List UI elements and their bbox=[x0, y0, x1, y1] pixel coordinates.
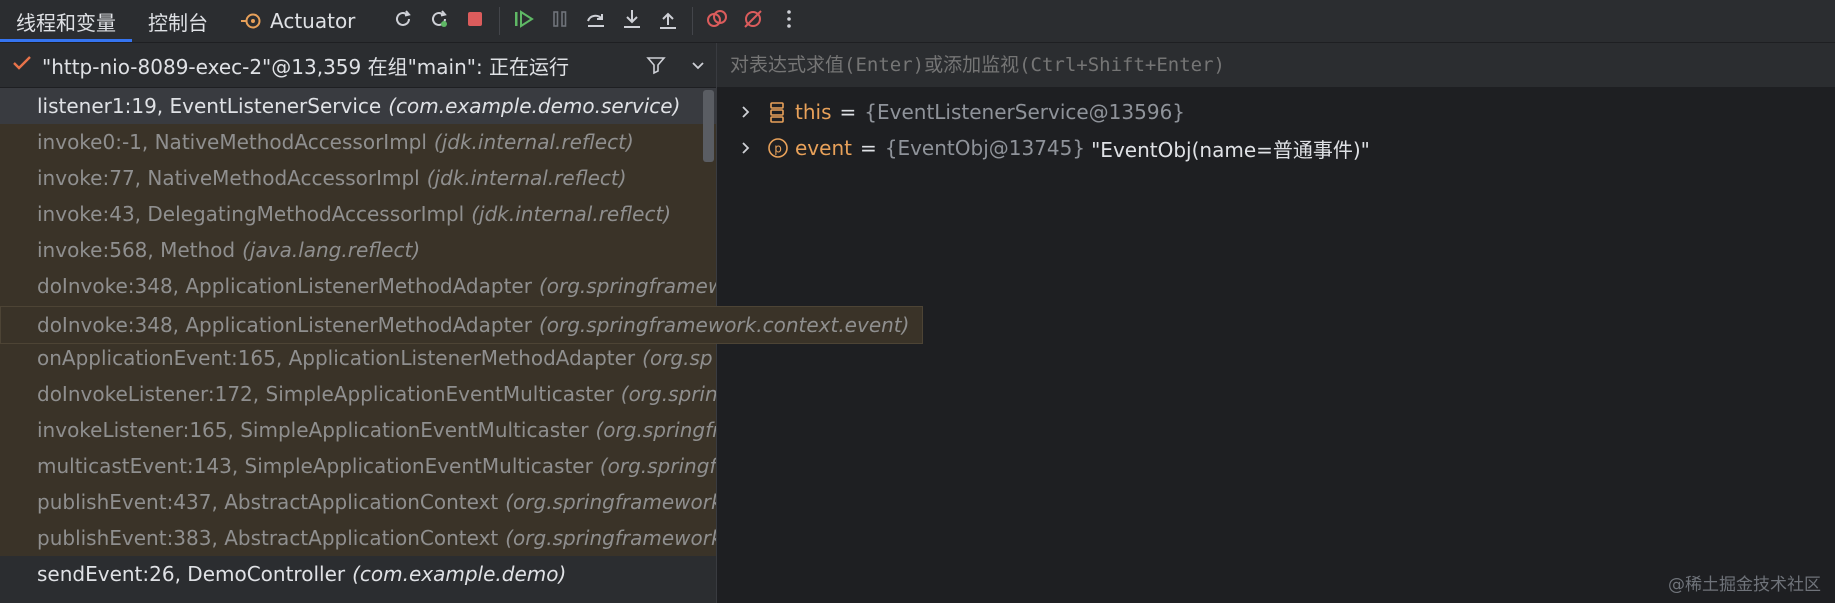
frame-package: (jdk.internal.reflect) bbox=[433, 130, 634, 154]
frame-method: invoke:43, DelegatingMethodAccessorImpl bbox=[37, 202, 465, 226]
variable-row[interactable]: this = {EventListenerService@13596} bbox=[717, 94, 1835, 130]
chevron-right-icon[interactable] bbox=[739, 105, 761, 119]
frame-package: (org.springframework bbox=[505, 526, 716, 550]
tab-threads-variables[interactable]: 线程和变量 bbox=[0, 0, 132, 42]
variable-value: "EventObj(name=普通事件)" bbox=[1091, 137, 1370, 162]
frame-row[interactable]: invoke:43, DelegatingMethodAccessorImpl(… bbox=[0, 196, 716, 232]
resume-icon bbox=[512, 8, 536, 34]
step-over-icon bbox=[585, 8, 607, 34]
filter-icon[interactable] bbox=[646, 55, 666, 75]
step-out-button[interactable] bbox=[650, 3, 686, 39]
tab-console[interactable]: 控制台 bbox=[132, 0, 224, 42]
mute-breakpoints-icon bbox=[742, 8, 764, 34]
chevron-down-icon[interactable] bbox=[690, 57, 706, 73]
thread-selector[interactable]: "http-nio-8089-exec-2"@13,359 在组"main": … bbox=[0, 43, 716, 88]
frame-row[interactable]: listener1:19, EventListenerService (com.e… bbox=[0, 88, 716, 124]
frame-tooltip: doInvoke:348, ApplicationListenerMethodA… bbox=[0, 306, 923, 344]
frame-row[interactable]: invoke:77, NativeMethodAccessorImpl (jdk.… bbox=[0, 160, 716, 196]
more-button[interactable] bbox=[771, 3, 807, 39]
frame-method: invoke:77, NativeMethodAccessorImpl bbox=[37, 166, 420, 190]
view-breakpoints-icon bbox=[705, 8, 729, 34]
frame-package: (com.example.demo) bbox=[352, 562, 567, 586]
watermark: @稀土掘金技术社区 bbox=[1668, 575, 1821, 595]
frame-package: (org.sp bbox=[642, 346, 713, 370]
frame-method: sendEvent:26, DemoController bbox=[37, 562, 346, 586]
tab-threads-variables-label: 线程和变量 bbox=[16, 10, 116, 35]
variable-name: this bbox=[795, 100, 832, 124]
frame-row[interactable]: multicastEvent:143, SimpleApplicationEve… bbox=[0, 448, 716, 484]
resume-button[interactable] bbox=[506, 3, 542, 39]
tooltip-package: (org.springframework.context.event) bbox=[538, 313, 910, 337]
evaluate-expression-input[interactable] bbox=[730, 54, 1730, 76]
frame-package: (jdk.internal.reflect) bbox=[471, 202, 672, 226]
frame-method: invoke0:-1, NativeMethodAccessorImpl bbox=[37, 130, 427, 154]
frame-method: doInvokeListener:172, SimpleApplicationE… bbox=[37, 382, 614, 406]
restart-icon bbox=[428, 8, 450, 34]
debugger-toolbar: 线程和变量 控制台 Actuator bbox=[0, 0, 1835, 43]
toolbar-separator bbox=[499, 7, 501, 35]
thread-label: "http-nio-8089-exec-2"@13,359 在组"main": … bbox=[42, 54, 570, 79]
frame-package: (jdk.internal.reflect) bbox=[426, 166, 627, 190]
chevron-right-icon[interactable] bbox=[739, 141, 761, 155]
tab-actuator[interactable]: Actuator bbox=[224, 0, 371, 42]
frame-row[interactable]: invoke0:-1, NativeMethodAccessorImpl (jdk… bbox=[0, 124, 716, 160]
frame-package: (org.sprin bbox=[620, 382, 716, 406]
step-into-button[interactable] bbox=[614, 3, 650, 39]
frame-package: (org.springfr bbox=[595, 418, 716, 442]
check-icon bbox=[12, 53, 32, 77]
pause-icon bbox=[549, 8, 571, 34]
frame-row[interactable]: sendEvent:26, DemoController (com.example… bbox=[0, 556, 716, 592]
frame-row[interactable]: invoke:568, Method (java.lang.reflect) bbox=[0, 232, 716, 268]
view-breakpoints-button[interactable] bbox=[699, 3, 735, 39]
tab-actuator-label: Actuator bbox=[270, 9, 356, 33]
frame-method: invoke:568, Method bbox=[37, 238, 236, 262]
step-over-button[interactable] bbox=[578, 3, 614, 39]
tab-console-label: 控制台 bbox=[148, 10, 208, 35]
toolbar-separator bbox=[692, 7, 694, 35]
parameter-icon: p bbox=[767, 137, 793, 159]
frame-row[interactable]: invokeListener:165, SimpleApplicationEve… bbox=[0, 412, 716, 448]
field-icon bbox=[767, 101, 793, 123]
variable-equals: = bbox=[859, 136, 877, 160]
frame-package: (com.example.demo.service) bbox=[388, 94, 681, 118]
svg-text:p: p bbox=[774, 142, 782, 156]
frame-row[interactable]: doInvokeListener:172, SimpleApplicationE… bbox=[0, 376, 716, 412]
variable-name: event bbox=[795, 136, 852, 160]
frame-method: listener1:19, EventListenerService bbox=[37, 94, 382, 118]
stop-button[interactable] bbox=[457, 3, 493, 39]
more-icon bbox=[778, 8, 800, 34]
frames-panel: "http-nio-8089-exec-2"@13,359 在组"main": … bbox=[0, 43, 923, 603]
frame-package: (org.springframework bbox=[505, 490, 716, 514]
frames-list: listener1:19, EventListenerService (com.e… bbox=[0, 88, 716, 602]
step-into-icon bbox=[621, 8, 643, 34]
actuator-icon bbox=[240, 10, 262, 32]
frame-row[interactable]: publishEvent:383, AbstractApplicationCon… bbox=[0, 520, 716, 556]
rerun-button[interactable] bbox=[385, 3, 421, 39]
frame-package: (org.springfr bbox=[599, 454, 716, 478]
restart-button[interactable] bbox=[421, 3, 457, 39]
evaluate-bar bbox=[717, 43, 1835, 88]
frame-method: publishEvent:383, AbstractApplicationCon… bbox=[37, 526, 499, 550]
frame-package: (java.lang.reflect) bbox=[242, 238, 421, 262]
frame-method: invokeListener:165, SimpleApplicationEve… bbox=[37, 418, 589, 442]
step-out-icon bbox=[657, 8, 679, 34]
variable-type: {EventListenerService@13596} bbox=[864, 100, 1186, 124]
frames-scrollbar[interactable] bbox=[703, 90, 714, 162]
tooltip-method: doInvoke:348, ApplicationListenerMethodA… bbox=[37, 313, 532, 337]
rerun-icon bbox=[392, 8, 414, 34]
variable-equals: = bbox=[839, 100, 857, 124]
frame-method: onApplicationEvent:165, ApplicationListe… bbox=[37, 346, 636, 370]
variable-row[interactable]: p event = {EventObj@13745} "EventObj(name=普通… bbox=[717, 130, 1835, 166]
frame-row[interactable]: onApplicationEvent:165, ApplicationListe… bbox=[0, 340, 716, 376]
frame-method: doInvoke:348, ApplicationListenerMethodA… bbox=[37, 274, 532, 298]
frame-row[interactable]: publishEvent:437, AbstractApplicationCon… bbox=[0, 484, 716, 520]
pause-button[interactable] bbox=[542, 3, 578, 39]
frame-method: publishEvent:437, AbstractApplicationCon… bbox=[37, 490, 499, 514]
frame-method: multicastEvent:143, SimpleApplicationEve… bbox=[37, 454, 593, 478]
stop-icon bbox=[464, 8, 486, 34]
frame-row[interactable]: doInvoke:348, ApplicationListenerMethodA… bbox=[0, 268, 716, 304]
frame-package: (org.springframework.context.event) bbox=[538, 274, 716, 298]
mute-breakpoints-button[interactable] bbox=[735, 3, 771, 39]
variable-type: {EventObj@13745} bbox=[884, 136, 1086, 160]
